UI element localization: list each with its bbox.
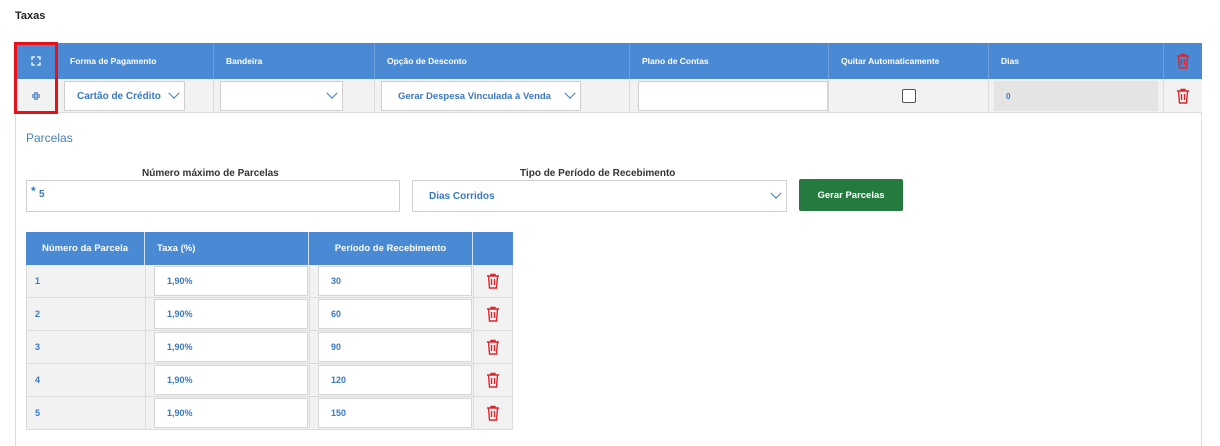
bandeira-select[interactable] <box>220 81 343 111</box>
plano-contas-input[interactable] <box>638 81 828 111</box>
table-row: 5 1,90% 150 <box>26 397 513 430</box>
chevron-down-icon <box>564 87 576 99</box>
plano-contas-cell <box>630 79 829 113</box>
taxa-input[interactable]: 1,90% <box>154 299 308 329</box>
opcao-desconto-cell: Gerar Despesa Vinculada à Venda <box>375 79 630 113</box>
quitar-cell <box>829 79 989 113</box>
taxa-input[interactable]: 1,90% <box>154 398 308 428</box>
header-actions <box>473 232 513 265</box>
header-numero-parcela: Número da Parcela <box>26 232 145 265</box>
parcelas-title: Parcelas <box>26 131 73 145</box>
delete-parcela-cell[interactable] <box>474 298 512 330</box>
trash-icon[interactable] <box>1176 88 1190 104</box>
highlight-box <box>14 42 58 114</box>
quitar-automaticamente-checkbox[interactable] <box>901 89 916 103</box>
taxa-input[interactable]: 1,90% <box>154 365 308 395</box>
forma-pagamento-select[interactable]: Cartão de Crédito <box>64 81 185 111</box>
table-row: 4 1,90% 120 <box>26 364 513 397</box>
parcelas-table: Número da Parcela Taxa (%) Período de Re… <box>26 232 513 430</box>
taxa-cell: 1,90% <box>146 397 310 429</box>
periodo-cell: 150 <box>310 397 474 429</box>
taxa-cell: 1,90% <box>146 331 310 363</box>
max-parcelas-value: 5 <box>39 189 45 200</box>
taxas-table-row: Cartão de Crédito Gerar Despesa Vinculad… <box>15 79 1202 113</box>
required-mark: * <box>31 184 36 198</box>
taxa-cell: 1,90% <box>146 298 310 330</box>
tipo-periodo-label: Tipo de Período de Recebimento <box>520 168 676 179</box>
chevron-down-icon <box>770 187 782 199</box>
parcela-numero: 3 <box>27 331 146 363</box>
periodo-input[interactable]: 90 <box>318 332 472 362</box>
header-bandeira: Bandeira <box>214 43 375 79</box>
table-row: 1 1,90% 30 <box>26 265 513 298</box>
forma-pagamento-value: Cartão de Crédito <box>77 90 161 102</box>
parcelas-table-header: Número da Parcela Taxa (%) Período de Re… <box>26 232 513 265</box>
taxas-table-header: Forma de Pagamento Bandeira Opção de Des… <box>15 43 1202 79</box>
periodo-input[interactable]: 30 <box>318 266 472 296</box>
periodo-input[interactable]: 120 <box>318 365 472 395</box>
taxa-cell: 1,90% <box>146 364 310 396</box>
header-plano-contas: Plano de Contas <box>630 43 829 79</box>
delete-row-cell[interactable] <box>1164 79 1202 113</box>
trash-icon[interactable] <box>486 306 500 322</box>
forma-pagamento-cell: Cartão de Crédito <box>58 79 214 113</box>
table-row: 3 1,90% 90 <box>26 331 513 364</box>
header-quitar-automaticamente: Quitar Automaticamente <box>829 43 989 79</box>
taxa-cell: 1,90% <box>146 265 310 297</box>
header-taxa: Taxa (%) <box>145 232 309 265</box>
delete-parcela-cell[interactable] <box>474 364 512 396</box>
header-forma-pagamento: Forma de Pagamento <box>58 43 214 79</box>
opcao-desconto-select[interactable]: Gerar Despesa Vinculada à Venda <box>381 81 581 111</box>
section-title: Taxas <box>15 10 46 22</box>
delete-parcela-cell[interactable] <box>474 397 512 429</box>
periodo-cell: 30 <box>310 265 474 297</box>
parcela-numero: 5 <box>27 397 146 429</box>
trash-icon[interactable] <box>486 339 500 355</box>
delete-parcela-cell[interactable] <box>474 331 512 363</box>
tipo-periodo-value: Dias Corridos <box>429 190 495 202</box>
delete-all-cell[interactable] <box>1164 43 1202 79</box>
periodo-cell: 60 <box>310 298 474 330</box>
gerar-parcelas-button[interactable]: Gerar Parcelas <box>799 179 903 211</box>
parcela-numero: 1 <box>27 265 146 297</box>
chevron-down-icon <box>326 87 338 99</box>
chevron-down-icon <box>168 87 180 99</box>
periodo-cell: 90 <box>310 331 474 363</box>
trash-icon[interactable] <box>486 372 500 388</box>
max-parcelas-label: Número máximo de Parcelas <box>142 168 279 179</box>
opcao-desconto-value: Gerar Despesa Vinculada à Venda <box>398 90 551 102</box>
trash-icon[interactable] <box>486 405 500 421</box>
trash-icon[interactable] <box>1176 53 1190 69</box>
max-parcelas-input[interactable]: * 5 <box>26 180 400 212</box>
header-periodo: Período de Recebimento <box>309 232 473 265</box>
taxa-input[interactable]: 1,90% <box>154 266 308 296</box>
periodo-input[interactable]: 60 <box>318 299 472 329</box>
header-dias: Dias <box>989 43 1164 79</box>
dias-value: 0 <box>994 81 1158 111</box>
bandeira-cell <box>214 79 375 113</box>
parcela-numero: 4 <box>27 364 146 396</box>
parcela-numero: 2 <box>27 298 146 330</box>
taxa-input[interactable]: 1,90% <box>154 332 308 362</box>
table-row: 2 1,90% 60 <box>26 298 513 331</box>
tipo-periodo-select[interactable]: Dias Corridos <box>412 180 787 212</box>
trash-icon[interactable] <box>486 273 500 289</box>
header-opcao-desconto: Opção de Desconto <box>375 43 630 79</box>
periodo-cell: 120 <box>310 364 474 396</box>
periodo-input[interactable]: 150 <box>318 398 472 428</box>
delete-parcela-cell[interactable] <box>474 265 512 297</box>
dias-cell: 0 <box>989 79 1164 113</box>
